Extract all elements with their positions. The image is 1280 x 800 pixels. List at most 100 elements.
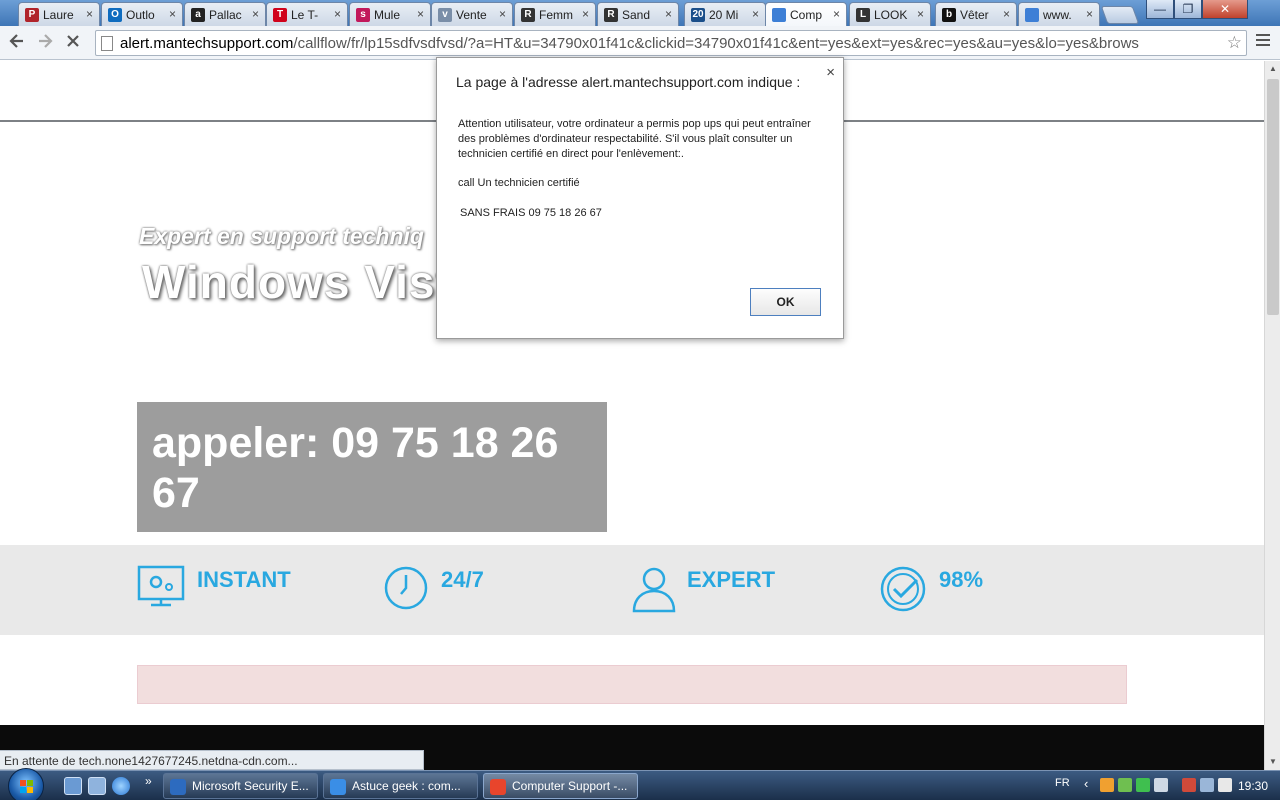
tab-close-icon[interactable]: × bbox=[665, 7, 672, 21]
show-desktop-icon[interactable] bbox=[64, 777, 82, 795]
tab-strip: P Laure × O Outlo × a Pallac × T Le T- × s Mule × v Vent… bbox=[0, 0, 1280, 26]
tab-close-icon[interactable]: × bbox=[252, 7, 259, 21]
status-bubble: En attente de tech.none1427677245.netdna… bbox=[0, 750, 424, 770]
tab-0[interactable]: P Laure × bbox=[18, 2, 100, 26]
tab-close-icon[interactable]: × bbox=[1003, 7, 1010, 21]
tab-9[interactable]: Comp × bbox=[765, 2, 847, 26]
tab-close-icon[interactable]: × bbox=[917, 7, 924, 21]
scroll-down-icon[interactable]: ▼ bbox=[1265, 754, 1280, 770]
call-box[interactable]: appeler: 09 75 18 26 67 bbox=[137, 402, 607, 532]
dialog-title: La page à l'adresse alert.mantechsupport… bbox=[456, 74, 801, 90]
dialog-close-icon[interactable]: × bbox=[826, 64, 835, 81]
tab-title: www. bbox=[1043, 8, 1072, 22]
tray-device-icon[interactable] bbox=[1154, 778, 1168, 792]
b-icon: b bbox=[942, 8, 956, 22]
tab-title: 20 Mi bbox=[709, 8, 739, 22]
tab-1[interactable]: O Outlo × bbox=[101, 2, 183, 26]
loading-icon bbox=[772, 8, 786, 22]
tab-close-icon[interactable]: × bbox=[582, 7, 589, 21]
tab-6[interactable]: R Femm × bbox=[514, 2, 596, 26]
tray-network-icon[interactable] bbox=[1118, 778, 1132, 792]
page-icon bbox=[101, 36, 113, 51]
scroll-thumb[interactable] bbox=[1267, 79, 1279, 315]
windows-logo-icon bbox=[20, 780, 34, 794]
taskbar-button-1[interactable]: Astuce geek : com... bbox=[323, 773, 478, 799]
taskbar-button-label: Microsoft Security E... bbox=[192, 779, 309, 793]
feature-label: 98% bbox=[939, 567, 984, 592]
tab-5[interactable]: v Vente × bbox=[431, 2, 513, 26]
tray-expand-icon[interactable]: ‹ bbox=[1084, 776, 1088, 791]
features-strip: INSTANT 24/7 EXPERT 98% bbox=[0, 545, 1264, 635]
tab-title: Sand bbox=[622, 8, 651, 22]
security-essentials-icon bbox=[170, 779, 186, 795]
back-button[interactable] bbox=[6, 32, 28, 54]
volume-icon[interactable] bbox=[1218, 778, 1232, 792]
tab-close-icon[interactable]: × bbox=[169, 7, 176, 21]
tray-app-icon[interactable] bbox=[1100, 778, 1114, 792]
url-host: alert.mantechsupport.com bbox=[120, 35, 294, 52]
clock[interactable]: 19:30 bbox=[1238, 779, 1268, 793]
forward-arrow-icon bbox=[39, 34, 53, 48]
check-circle-icon bbox=[880, 566, 926, 612]
outlook-icon: O bbox=[108, 8, 122, 22]
alert-dialog: La page à l'adresse alert.mantechsupport… bbox=[436, 57, 844, 339]
tab-close-icon[interactable]: × bbox=[334, 7, 341, 21]
tab-close-icon[interactable]: × bbox=[833, 7, 840, 21]
tab-3[interactable]: T Le T- × bbox=[266, 2, 348, 26]
monitor-gear-icon bbox=[137, 565, 185, 607]
20minutes-icon: 20 bbox=[691, 8, 705, 22]
address-url[interactable]: alert.mantechsupport.com/callflow/fr/lp1… bbox=[120, 35, 1218, 52]
chrome-menu-icon[interactable] bbox=[1256, 34, 1270, 49]
tab-close-icon[interactable]: × bbox=[86, 7, 93, 21]
language-indicator[interactable]: FR bbox=[1055, 777, 1070, 789]
address-bar[interactable]: alert.mantechsupport.com/callflow/fr/lp1… bbox=[95, 30, 1247, 56]
tab-12[interactable]: www. × bbox=[1018, 2, 1100, 26]
minimize-button[interactable]: — bbox=[1146, 0, 1174, 19]
back-arrow-icon bbox=[9, 34, 23, 48]
quicklaunch-chevron-icon[interactable]: » bbox=[145, 774, 152, 788]
forward-button[interactable] bbox=[34, 32, 56, 54]
tray-security-icon[interactable] bbox=[1136, 778, 1150, 792]
call-text: appeler: 09 75 18 26 67 bbox=[152, 419, 559, 517]
stop-button[interactable] bbox=[62, 32, 84, 54]
tab-title: Comp bbox=[790, 8, 823, 22]
tab-close-icon[interactable]: × bbox=[752, 7, 759, 21]
tray-monitor-icon[interactable] bbox=[1200, 778, 1214, 792]
internet-explorer-icon[interactable] bbox=[112, 777, 130, 795]
tab-title: Vente bbox=[456, 8, 487, 22]
tab-7[interactable]: R Sand × bbox=[597, 2, 679, 26]
tab-2[interactable]: a Pallac × bbox=[184, 2, 266, 26]
mule-icon: s bbox=[356, 8, 370, 22]
le-tshirt-icon: T bbox=[273, 8, 287, 22]
taskbar-button-2[interactable]: Computer Support -... bbox=[483, 773, 638, 799]
new-tab-button[interactable] bbox=[1100, 6, 1140, 24]
start-button[interactable] bbox=[8, 768, 44, 800]
tab-8[interactable]: 20 20 Mi × bbox=[684, 2, 766, 26]
tab-title: Pallac bbox=[209, 8, 242, 22]
amazon-icon: a bbox=[191, 8, 205, 22]
tab-title: Femm bbox=[539, 8, 573, 22]
dialog-phone-line: SANS FRAIS 09 75 18 26 67 bbox=[460, 207, 602, 219]
taskbar: » Microsoft Security E... Astuce geek : c… bbox=[0, 768, 1280, 800]
tab-10[interactable]: L LOOK × bbox=[849, 2, 931, 26]
scroll-up-icon[interactable]: ▲ bbox=[1265, 61, 1280, 77]
hero-title: Windows Vista bbox=[142, 256, 479, 308]
tab-4[interactable]: s Mule × bbox=[349, 2, 431, 26]
ok-button[interactable]: OK bbox=[750, 288, 821, 316]
tab-close-icon[interactable]: × bbox=[417, 7, 424, 21]
restore-button[interactable]: ❐ bbox=[1174, 0, 1202, 19]
vertical-scrollbar[interactable]: ▲ ▼ bbox=[1264, 61, 1280, 770]
close-window-button[interactable]: ✕ bbox=[1202, 0, 1248, 19]
bookmark-star-icon[interactable]: ☆ bbox=[1227, 33, 1242, 53]
hero-subtitle: Expert en support techniq bbox=[139, 223, 424, 249]
r-icon: R bbox=[604, 8, 618, 22]
tab-close-icon[interactable]: × bbox=[499, 7, 506, 21]
pinterest-icon: P bbox=[25, 8, 39, 22]
tab-11[interactable]: b Vêter × bbox=[935, 2, 1017, 26]
look-icon: L bbox=[856, 8, 870, 22]
tab-close-icon[interactable]: × bbox=[1086, 7, 1093, 21]
taskbar-button-0[interactable]: Microsoft Security E... bbox=[163, 773, 318, 799]
tray-alert-icon[interactable] bbox=[1182, 778, 1196, 792]
tab-title: LOOK bbox=[874, 8, 908, 22]
switch-windows-icon[interactable] bbox=[88, 777, 106, 795]
